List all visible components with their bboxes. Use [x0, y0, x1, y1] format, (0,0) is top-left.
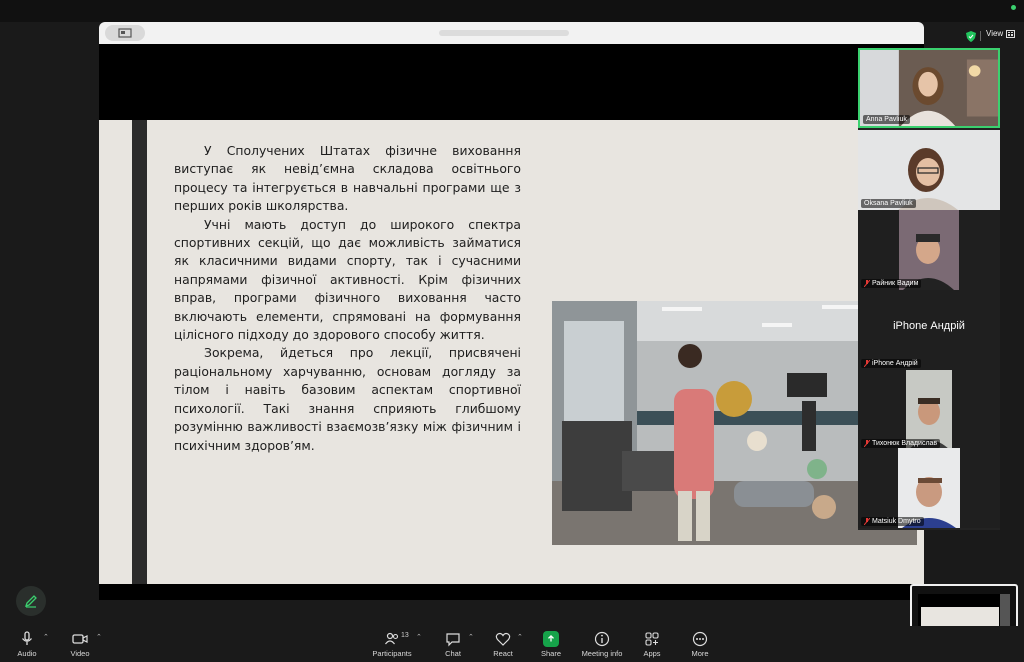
chat-icon — [446, 633, 460, 647]
video-feed — [858, 210, 1000, 290]
video-feed — [858, 370, 1000, 450]
presentation-slide: У Сполучених Штатах фізичне виховання ви… — [99, 120, 924, 584]
mic-muted-icon — [864, 440, 870, 447]
mic-muted-icon — [864, 360, 870, 367]
participant-name: Matsiuk Dmytro — [861, 517, 924, 526]
chat-caret[interactable]: ⌃ — [468, 633, 474, 641]
more-label: More — [691, 649, 709, 658]
view-label: View — [986, 29, 1004, 38]
video-caret[interactable]: ⌃ — [96, 633, 102, 641]
camera-icon — [72, 634, 88, 644]
slide-paragraph: У Сполучених Штатах фізичне виховання ви… — [174, 143, 521, 214]
annotate-button[interactable] — [16, 586, 46, 616]
react-caret[interactable]: ⌃ — [517, 633, 523, 641]
more-icon — [692, 631, 708, 647]
audio-label: Audio — [17, 649, 37, 658]
participants-count: 13 — [401, 632, 409, 639]
video-label: Video — [70, 649, 90, 658]
grid-icon — [1006, 29, 1016, 38]
participants-caret[interactable]: ⌃ — [416, 633, 422, 641]
slide-paragraph: Учні мають доступ до широкого спектра сп… — [174, 216, 521, 343]
participant-name: Oksana Pavliuk — [861, 199, 916, 208]
participants-icon — [385, 632, 399, 645]
shared-screen: У Сполучених Штатах фізичне виховання ви… — [99, 22, 924, 600]
apps-button[interactable]: Apps — [625, 630, 679, 658]
participant-panel: Anna Pavliuk Oksana Pavliuk Райник Вадим — [858, 48, 1000, 530]
participant-tile[interactable]: Matsiuk Dmytro — [858, 448, 1000, 528]
shield-icon[interactable] — [966, 31, 976, 42]
slide-decor-bar — [132, 120, 147, 584]
meeting-toolbar: Audio ⌃ Video ⌃ Participants 13 ⌃ Chat ⌃… — [0, 626, 1024, 662]
slide-body-text: У Сполучених Штатах фізичне виховання ви… — [174, 142, 521, 455]
pencil-icon — [24, 595, 37, 608]
participant-tile[interactable]: Anna Pavliuk — [858, 48, 1000, 128]
share-button[interactable]: Share — [524, 630, 578, 658]
participant-tile[interactable]: iPhone Андрій iPhone Андрій — [858, 290, 1000, 370]
participant-tile[interactable]: Тихонюк Владислав — [858, 370, 1000, 450]
participant-tile[interactable]: Райник Вадим — [858, 210, 1000, 290]
participants-label: Participants — [372, 649, 412, 658]
view-button[interactable]: View — [986, 29, 1016, 38]
participants-button[interactable]: Participants — [365, 630, 419, 658]
react-label: React — [493, 649, 513, 658]
meeting-info-button[interactable]: Meeting info — [575, 630, 629, 658]
participant-name: Райник Вадим — [861, 279, 922, 288]
react-icon — [495, 632, 511, 646]
mic-icon — [21, 631, 33, 645]
top-strip — [0, 0, 1024, 22]
blurred-window-title — [439, 30, 569, 36]
participant-avatar-label: iPhone Андрій — [893, 320, 965, 332]
share-icon — [548, 634, 554, 642]
window-icon — [118, 28, 132, 38]
meeting-info-label: Meeting info — [581, 649, 623, 658]
share-label: Share — [540, 649, 561, 658]
status-indicator — [1011, 5, 1016, 10]
slide-paragraph: Зокрема, йдеться про лекції, присвячені … — [174, 345, 521, 453]
mic-muted-icon — [864, 518, 870, 525]
zoom-meeting-window: У Сполучених Штатах фізичне виховання ви… — [0, 0, 1024, 662]
share-window-button[interactable] — [105, 25, 145, 41]
more-button[interactable]: More — [673, 630, 727, 658]
participant-name: Anna Pavliuk — [863, 115, 910, 124]
participant-tile[interactable]: Oksana Pavliuk — [858, 130, 1000, 210]
info-icon — [594, 631, 610, 647]
toolbar-separator — [980, 31, 981, 41]
participant-name: Тихонюк Владислав — [861, 439, 941, 448]
mic-muted-icon — [864, 280, 870, 287]
shared-window-header — [99, 22, 924, 44]
audio-caret[interactable]: ⌃ — [43, 633, 49, 641]
apps-icon — [645, 632, 659, 646]
chat-label: Chat — [445, 649, 461, 658]
participant-name: iPhone Андрій — [861, 359, 921, 368]
apps-label: Apps — [643, 649, 661, 658]
video-feed — [858, 448, 1000, 528]
video-feed — [858, 130, 1000, 210]
